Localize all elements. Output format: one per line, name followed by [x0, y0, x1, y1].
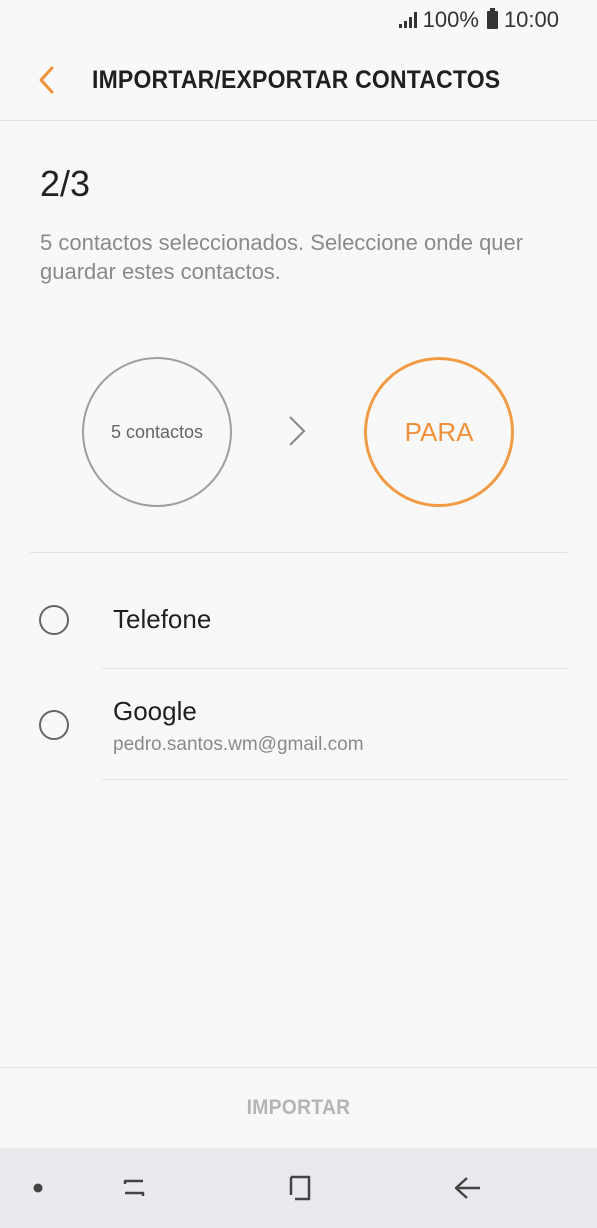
navigation-bar [0, 1148, 597, 1228]
step-description: 5 contactos seleccionados. Seleccione on… [40, 230, 524, 284]
target-circle: PARA [364, 357, 514, 507]
signal-icon [398, 12, 417, 28]
option-google[interactable]: Google pedro.santos.wm@gmail.com [0, 669, 567, 779]
home-icon[interactable] [270, 1148, 330, 1228]
chevron-right-icon [286, 414, 308, 453]
divider [102, 779, 567, 780]
back-button[interactable] [22, 55, 72, 105]
status-time: 10:00 [503, 7, 559, 32]
battery-icon [486, 8, 498, 29]
battery-percent: 100% [422, 7, 479, 32]
status-bar: 100% 10:00 [0, 0, 597, 40]
divider [30, 552, 567, 553]
radio-button-google[interactable] [39, 710, 69, 740]
option-title: Google [113, 696, 197, 726]
back-arrow-icon [39, 66, 54, 94]
option-telefone[interactable]: Telefone [0, 568, 567, 668]
target-label: PARA [404, 416, 474, 447]
import-button[interactable]: IMPORTAR [24, 1068, 573, 1148]
recent-apps-icon[interactable] [104, 1148, 164, 1228]
source-label: 5 contactos [110, 421, 204, 442]
source-circle: 5 contactos [82, 357, 232, 507]
dot-icon[interactable] [18, 1148, 58, 1228]
radio-button-telefone[interactable] [39, 605, 69, 635]
option-title: Telefone [113, 604, 212, 634]
step-indicator: 2/3 [40, 163, 91, 204]
option-subtitle: pedro.santos.wm@gmail.com [113, 734, 364, 755]
app-bar: IMPORTAR/EXPORTAR CONTACTOS [0, 40, 597, 121]
page-title: IMPORTAR/EXPORTAR CONTACTOS [92, 65, 501, 94]
back-icon[interactable] [438, 1148, 498, 1228]
